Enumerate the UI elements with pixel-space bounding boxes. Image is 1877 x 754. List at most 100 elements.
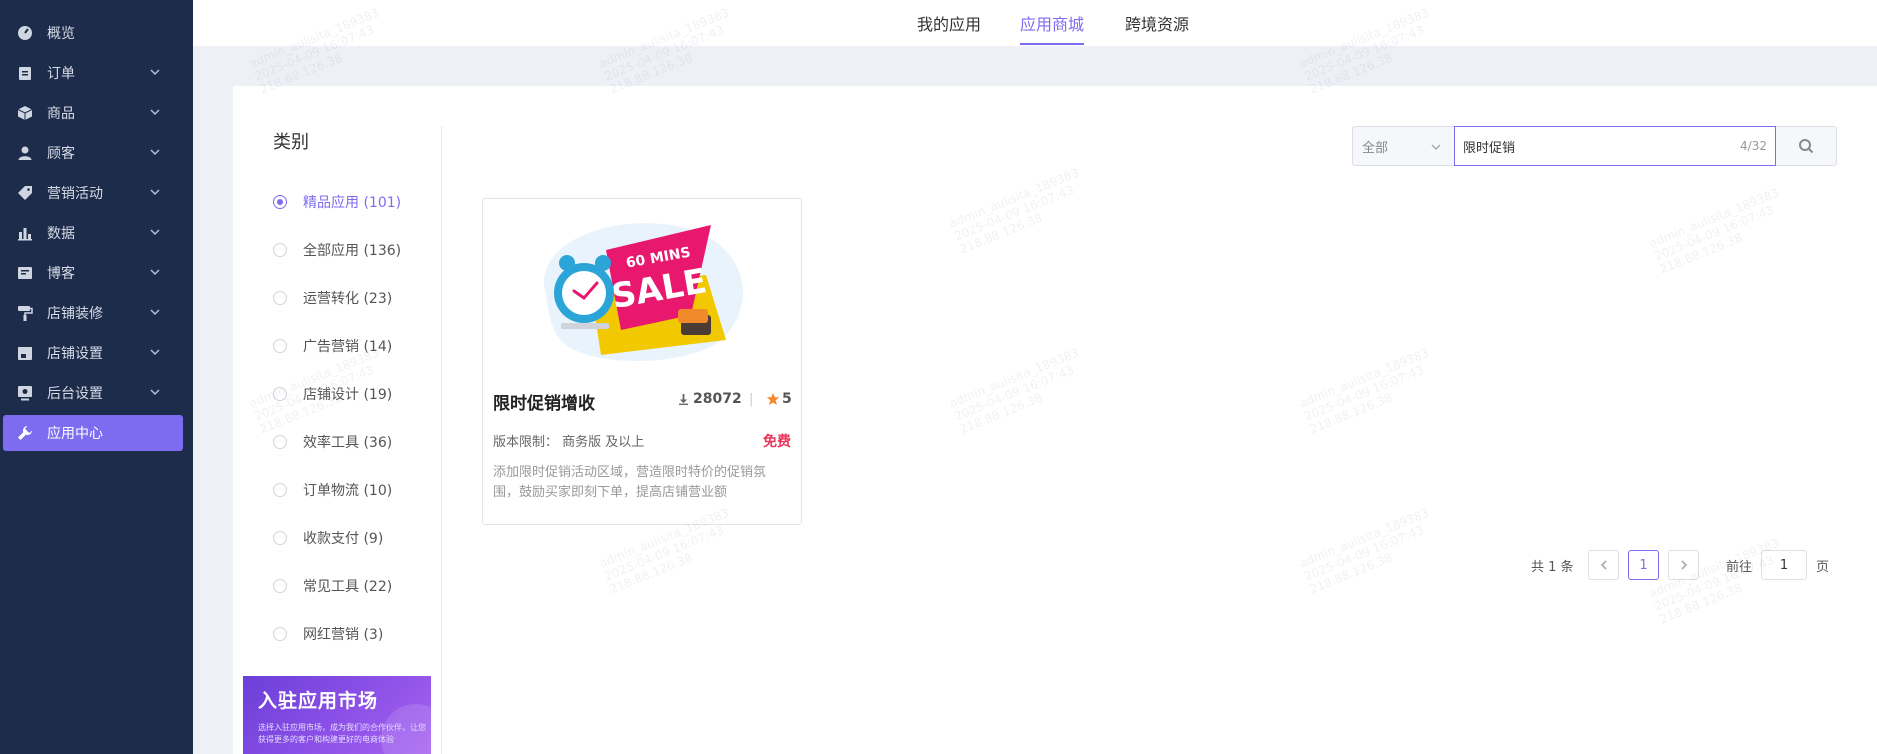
download-icon <box>678 393 689 405</box>
search-icon <box>1799 139 1814 154</box>
main-content-card: 类别 精品应用 (101) 全部应用 (136) 运营转化 (23) 广告营销 … <box>233 86 1877 754</box>
sidebar-item-store-settings[interactable]: 店铺设置 <box>0 333 193 373</box>
search-input-box: 4/32 <box>1454 126 1776 166</box>
tab-app-store[interactable]: 应用商城 <box>1020 0 1085 46</box>
dashboard-icon <box>17 25 33 41</box>
goto-page-box <box>1761 550 1807 580</box>
divider: | <box>749 392 754 407</box>
search-scope-select[interactable]: 全部 <box>1352 126 1454 166</box>
category-item-operations[interactable]: 运营转化 (23) <box>273 288 392 308</box>
chevron-down-icon <box>149 66 161 78</box>
radio-icon[interactable] <box>273 627 287 641</box>
sidebar-item-customers[interactable]: 顾客 <box>0 133 193 173</box>
chevron-down-icon <box>149 386 161 398</box>
chevron-left-icon <box>1600 560 1607 570</box>
category-item-all[interactable]: 全部应用 (136) <box>273 240 401 260</box>
category-label: 精品应用 (101) <box>303 195 402 211</box>
radio-icon[interactable] <box>273 435 287 449</box>
tab-cross-border[interactable]: 跨境资源 <box>1125 0 1189 46</box>
scope-value: 全部 <box>1362 140 1389 156</box>
search-input[interactable] <box>1463 127 1713 165</box>
sidebar-item-label: 后台设置 <box>47 386 103 402</box>
chevron-down-icon <box>149 106 161 118</box>
sidebar-item-label: 营销活动 <box>47 186 103 202</box>
star-icon <box>766 392 780 406</box>
banner-desc: 选择入驻应用市场，成为我们的合作伙伴，让您获得更多的客户和构建更好的电商体验 <box>258 723 426 744</box>
chevron-down-icon <box>149 186 161 198</box>
radio-icon[interactable] <box>273 483 287 497</box>
tab-my-apps[interactable]: 我的应用 <box>917 0 981 46</box>
sidebar-item-marketing[interactable]: 营销活动 <box>0 173 193 213</box>
sidebar-item-label: 数据 <box>47 226 75 242</box>
sidebar-item-label: 店铺设置 <box>47 346 103 362</box>
next-page-button[interactable] <box>1668 550 1699 580</box>
sidebar-item-orders[interactable]: 订单 <box>0 53 193 93</box>
category-item-advertising[interactable]: 广告营销 (14) <box>273 336 392 356</box>
chevron-down-icon <box>149 266 161 278</box>
app-name: 限时促销增收 <box>493 394 595 414</box>
sidebar-item-store-design[interactable]: 店铺装修 <box>0 293 193 333</box>
sidebar-item-app-center[interactable]: 应用中心 <box>3 415 183 451</box>
radio-icon[interactable] <box>273 531 287 545</box>
sidebar-item-label: 店铺装修 <box>47 306 103 322</box>
chevron-down-icon <box>149 146 161 158</box>
paint-roller-icon <box>17 305 33 321</box>
app-sale-image: 60 MINS SALE <box>544 223 743 362</box>
search-button[interactable] <box>1776 126 1837 166</box>
goto-page-input[interactable] <box>1762 551 1806 579</box>
sidebar-item-products[interactable]: 商品 <box>0 93 193 133</box>
radio-icon[interactable] <box>273 387 287 401</box>
banner-title: 入驻应用市场 <box>258 690 379 712</box>
blog-icon <box>17 265 33 281</box>
category-label: 全部应用 (136) <box>303 243 402 259</box>
radio-selected-icon[interactable] <box>273 195 287 209</box>
app-description: 添加限时促销活动区域，营造限时特价的促销氛围，鼓励买家即刻下单，提高店铺营业额 <box>493 465 767 500</box>
chevron-down-icon <box>149 306 161 318</box>
category-item-common-tools[interactable]: 常见工具 (22) <box>273 576 392 596</box>
category-label: 网红营销 (3) <box>303 627 384 643</box>
chevron-down-icon <box>149 226 161 238</box>
category-item-payment[interactable]: 收款支付 (9) <box>273 528 383 548</box>
category-label: 订单物流 (10) <box>303 483 393 499</box>
prev-page-button[interactable] <box>1588 550 1619 580</box>
chevron-down-icon <box>149 346 161 358</box>
app-price: 免费 <box>763 434 791 450</box>
sidebar-item-data[interactable]: 数据 <box>0 213 193 253</box>
admin-monitor-icon <box>17 385 33 401</box>
store-icon <box>17 345 33 361</box>
user-icon <box>17 145 33 161</box>
app-rating: 5 <box>766 391 792 407</box>
sidebar-item-label: 顾客 <box>47 146 75 162</box>
radio-icon[interactable] <box>273 579 287 593</box>
radio-icon[interactable] <box>273 243 287 257</box>
category-label: 广告营销 (14) <box>303 339 393 355</box>
chevron-down-icon <box>1430 141 1442 153</box>
radio-icon[interactable] <box>273 339 287 353</box>
sidebar-item-admin-settings[interactable]: 后台设置 <box>0 373 193 413</box>
category-item-influencer[interactable]: 网红营销 (3) <box>273 624 383 644</box>
wrench-icon <box>17 425 33 441</box>
category-item-efficiency[interactable]: 效率工具 (36) <box>273 432 392 452</box>
category-item-featured[interactable]: 精品应用 (101) <box>273 192 401 212</box>
join-market-banner[interactable]: 入驻应用市场 选择入驻应用市场，成为我们的合作伙伴，让您获得更多的客户和构建更好… <box>243 676 431 754</box>
category-label: 收款支付 (9) <box>303 531 384 547</box>
category-title: 类别 <box>273 132 309 153</box>
sidebar-item-blog[interactable]: 博客 <box>0 253 193 293</box>
sidebar-item-label: 订单 <box>47 66 75 82</box>
top-tabs: 我的应用 应用商城 跨境资源 <box>193 0 1877 46</box>
app-card[interactable]: 60 MINS SALE 限时促销增收 28072 | 5 版本限制： 商务版 … <box>482 198 802 525</box>
radio-icon[interactable] <box>273 291 287 305</box>
goto-label: 前往 <box>1726 559 1753 575</box>
rating-value: 5 <box>782 391 792 407</box>
category-divider <box>441 126 442 754</box>
downloads-count: 28072 <box>693 391 742 407</box>
page-number-current[interactable]: 1 <box>1628 550 1659 580</box>
tag-icon <box>17 185 33 201</box>
page-suffix: 页 <box>1816 559 1830 575</box>
category-label: 运营转化 (23) <box>303 291 393 307</box>
sidebar-item-label: 商品 <box>47 106 75 122</box>
category-item-store-design[interactable]: 店铺设计 (19) <box>273 384 392 404</box>
sidebar-item-overview[interactable]: 概览 <box>0 13 193 53</box>
category-item-logistics[interactable]: 订单物流 (10) <box>273 480 392 500</box>
app-version-limit: 版本限制： 商务版 及以上 <box>493 435 645 450</box>
